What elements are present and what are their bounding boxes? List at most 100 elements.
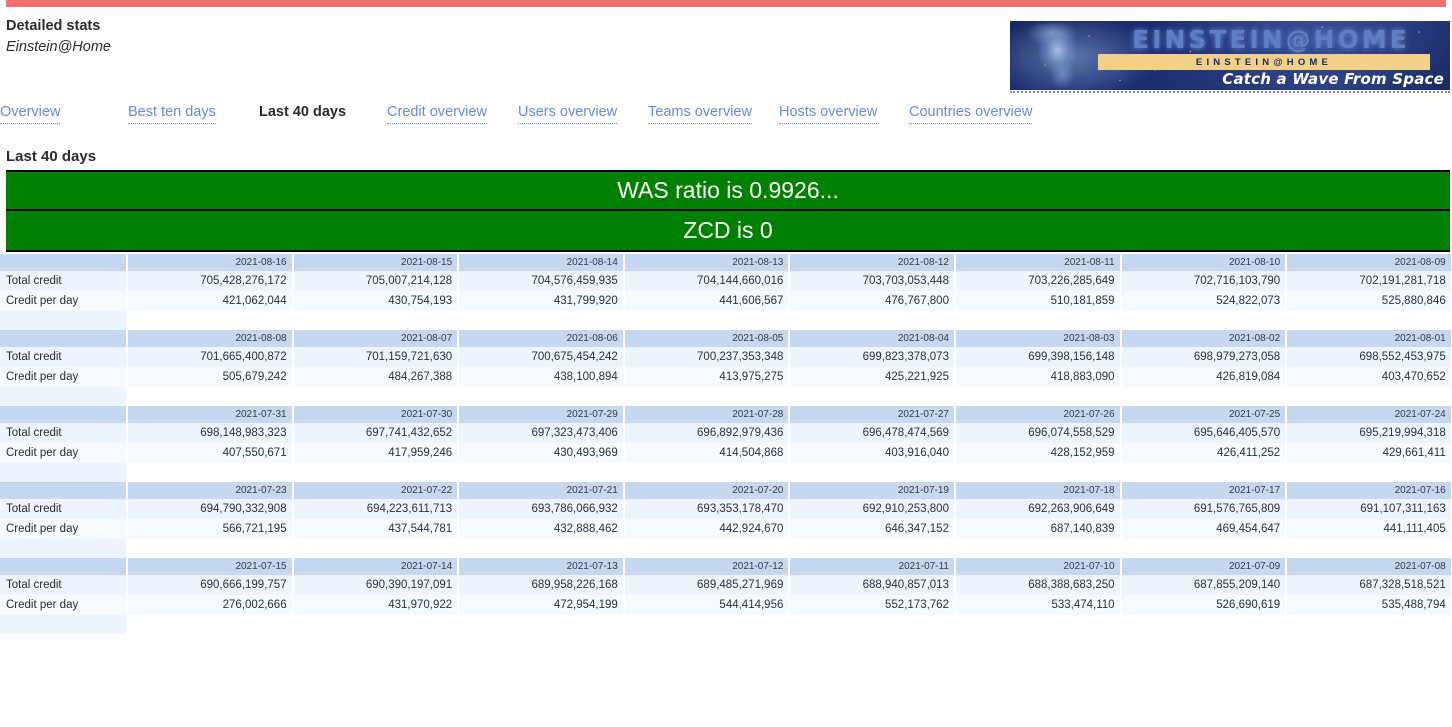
- date-header-cell: 2021-07-14: [292, 558, 460, 575]
- date-header-cell: 2021-08-01: [1286, 330, 1452, 347]
- block-spacer-cell: [0, 387, 128, 406]
- date-header-row: 2021-08-08 2021-08-07 2021-08-06 2021-08-05…: [0, 330, 1452, 347]
- credit-per-day-value: 403,916,040: [789, 443, 956, 463]
- block-spacer-cell: [1286, 387, 1452, 406]
- page-header: Detailed stats Einstein@Home EINSTEIN@HO…: [0, 7, 1452, 102]
- table-row-credit-per-day: Credit per day 407,550,671 417,959,246 430,…: [0, 443, 1452, 463]
- credit-per-day-value: 429,661,411: [1286, 443, 1452, 463]
- table-row-total-credit: Total credit 698,148,983,323 697,741,432,6…: [0, 423, 1452, 443]
- block-spacer-cell: [623, 539, 791, 558]
- date-header-corner: [0, 406, 128, 423]
- date-header-cell: 2021-07-10: [954, 558, 1122, 575]
- credit-per-day-value: 431,970,922: [292, 595, 460, 615]
- credit-per-day-value: 276,002,666: [127, 595, 294, 615]
- date-header-cell: 2021-07-16: [1286, 482, 1452, 499]
- block-spacer-cell: [1286, 539, 1452, 558]
- date-header-cell: 2021-08-05: [623, 330, 791, 347]
- total-credit-value: 690,666,199,757: [127, 575, 294, 595]
- zcd-banner: ZCD is 0: [6, 211, 1450, 252]
- total-credit-value: 693,353,178,470: [623, 499, 791, 519]
- nav-link-users-overview[interactable]: Users overview: [518, 102, 618, 124]
- block-spacer-cell: [1120, 615, 1288, 634]
- date-header-cell: 2021-08-13: [623, 254, 791, 271]
- nav-link-credit-overview[interactable]: Credit overview: [387, 102, 487, 124]
- total-credit-value: 690,390,197,091: [292, 575, 460, 595]
- block-spacer-cell: [292, 539, 460, 558]
- credit-per-day-value: 430,493,969: [458, 443, 625, 463]
- block-spacer-cell: [127, 463, 294, 482]
- date-header-cell: 2021-08-14: [458, 254, 625, 271]
- nav-link-hosts-overview[interactable]: Hosts overview: [779, 102, 878, 124]
- date-header-row: 2021-07-31 2021-07-30 2021-07-29 2021-07-28…: [0, 406, 1452, 423]
- block-spacer-cell: [0, 539, 128, 558]
- credit-per-day-value: 413,975,275: [623, 367, 791, 387]
- block-spacer-cell: [789, 539, 956, 558]
- credit-per-day-value: 533,474,110: [954, 595, 1122, 615]
- row-label-credit-per-day: Credit per day: [0, 367, 128, 387]
- date-header-cell: 2021-07-28: [623, 406, 791, 423]
- total-credit-value: 692,910,253,800: [789, 499, 956, 519]
- credit-per-day-value: 437,544,781: [292, 519, 460, 539]
- was-ratio-banner: WAS ratio is 0.9926...: [6, 170, 1450, 211]
- date-header-cell: 2021-08-15: [292, 254, 460, 271]
- nav-link-overview[interactable]: Overview: [0, 102, 61, 124]
- credit-per-day-value: 646,347,152: [789, 519, 956, 539]
- date-header-cell: 2021-07-21: [458, 482, 625, 499]
- banner-wordmark: EINSTEIN@HOME: [1132, 24, 1410, 54]
- row-label-total-credit: Total credit: [0, 499, 128, 519]
- date-header-cell: 2021-08-10: [1120, 254, 1288, 271]
- einstein-portrait-icon: [1016, 23, 1096, 88]
- date-header-cell: 2021-07-24: [1286, 406, 1452, 423]
- credit-per-day-value: 431,799,920: [458, 291, 625, 311]
- block-spacer-cell: [954, 615, 1122, 634]
- date-header-cell: 2021-08-06: [458, 330, 625, 347]
- date-header-cell: 2021-07-17: [1120, 482, 1288, 499]
- block-spacer-cell: [458, 615, 625, 634]
- einstein-at-home-banner[interactable]: EINSTEIN@HOME EINSTEIN@HOME Catch a Wave…: [1010, 21, 1450, 93]
- row-label-credit-per-day: Credit per day: [0, 291, 128, 311]
- block-spacer-cell: [789, 463, 956, 482]
- credit-per-day-value: 418,883,090: [954, 367, 1122, 387]
- nav-link-countries-overview[interactable]: Countries overview: [909, 102, 1033, 124]
- date-header-cell: 2021-07-25: [1120, 406, 1288, 423]
- row-label-credit-per-day: Credit per day: [0, 443, 128, 463]
- credit-per-day-value: 417,959,246: [292, 443, 460, 463]
- credit-per-day-value: 426,819,084: [1120, 367, 1288, 387]
- nav-link-teams-overview[interactable]: Teams overview: [648, 102, 752, 124]
- banner-image: EINSTEIN@HOME EINSTEIN@HOME Catch a Wave…: [1010, 21, 1450, 90]
- total-credit-value: 687,855,209,140: [1120, 575, 1288, 595]
- total-credit-value: 694,790,332,908: [127, 499, 294, 519]
- top-accent-bar: [6, 0, 1446, 7]
- date-header-cell: 2021-07-30: [292, 406, 460, 423]
- date-header-cell: 2021-07-26: [954, 406, 1122, 423]
- total-credit-value: 696,892,979,436: [623, 423, 791, 443]
- total-credit-value: 702,191,281,718: [1286, 271, 1452, 291]
- credit-per-day-value: 469,454,647: [1120, 519, 1288, 539]
- credit-per-day-value: 425,221,925: [789, 367, 956, 387]
- date-header-cell: 2021-07-13: [458, 558, 625, 575]
- total-credit-value: 697,323,473,406: [458, 423, 625, 443]
- row-label-total-credit: Total credit: [0, 575, 128, 595]
- table-row-credit-per-day: Credit per day 276,002,666 431,970,922 472,…: [0, 595, 1452, 615]
- total-credit-value: 698,979,273,058: [1120, 347, 1288, 367]
- credit-per-day-value: 421,062,044: [127, 291, 294, 311]
- total-credit-value: 687,328,518,521: [1286, 575, 1452, 595]
- block-spacer-cell: [0, 463, 128, 482]
- total-credit-value: 704,144,660,016: [623, 271, 791, 291]
- total-credit-value: 696,074,558,529: [954, 423, 1122, 443]
- total-credit-value: 697,741,432,652: [292, 423, 460, 443]
- nav-link-best-ten-days[interactable]: Best ten days: [128, 102, 216, 124]
- block-spacer-cell: [1120, 311, 1288, 330]
- block-spacer-cell: [789, 311, 956, 330]
- credit-per-day-value: 472,954,199: [458, 595, 625, 615]
- total-credit-value: 691,107,311,163: [1286, 499, 1452, 519]
- date-header-cell: 2021-08-16: [127, 254, 294, 271]
- date-header-cell: 2021-07-20: [623, 482, 791, 499]
- block-spacer-cell: [127, 387, 294, 406]
- block-spacer-cell: [1286, 615, 1452, 634]
- date-header-cell: 2021-07-23: [127, 482, 294, 499]
- total-credit-value: 702,716,103,790: [1120, 271, 1288, 291]
- block-spacer-cell: [1120, 463, 1288, 482]
- credit-per-day-value: 524,822,073: [1120, 291, 1288, 311]
- block-spacer-row: [0, 311, 1452, 330]
